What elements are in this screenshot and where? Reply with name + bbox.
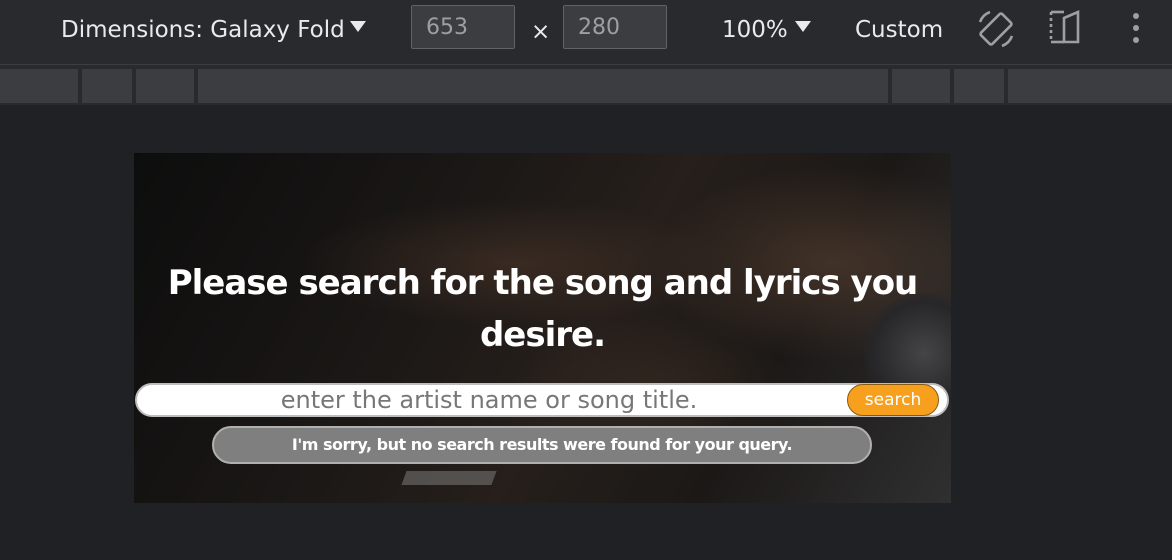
ruler-segment[interactable] — [892, 69, 950, 103]
device-viewport: Please search for the song and lyrics yo… — [134, 153, 951, 503]
ruler-segment[interactable] — [136, 69, 194, 103]
device-toolbar: Dimensions: Galaxy Fold × 100% Custom — [0, 0, 1172, 65]
search-button[interactable]: search — [847, 384, 939, 416]
zoom-dropdown[interactable]: 100% — [722, 16, 788, 44]
throttle-dropdown[interactable]: Custom — [855, 16, 943, 44]
times-separator: × — [531, 19, 551, 45]
dimensions-chevron-down-icon[interactable] — [350, 21, 366, 32]
width-input[interactable] — [411, 5, 515, 49]
fold-icon[interactable] — [1048, 8, 1084, 50]
ruler-segment[interactable] — [198, 69, 888, 103]
height-input[interactable] — [563, 5, 667, 49]
zoom-chevron-down-icon[interactable] — [795, 21, 811, 32]
rotate-icon[interactable] — [976, 8, 1016, 54]
device-dimensions-dropdown[interactable]: Dimensions: Galaxy Fold — [61, 16, 345, 44]
ruler-segment[interactable] — [954, 69, 1004, 103]
background-piano-key — [401, 471, 497, 485]
media-query-ruler — [0, 65, 1172, 105]
search-input[interactable] — [149, 385, 829, 415]
no-results-message: I'm sorry, but no search results were fo… — [212, 426, 872, 464]
ruler-segment[interactable] — [1008, 69, 1172, 103]
search-bar: search — [135, 383, 949, 417]
page-title: Please search for the song and lyrics yo… — [167, 263, 919, 355]
ruler-segment[interactable] — [0, 69, 78, 103]
more-vert-icon[interactable] — [1131, 12, 1141, 48]
ruler-segment[interactable] — [82, 69, 132, 103]
